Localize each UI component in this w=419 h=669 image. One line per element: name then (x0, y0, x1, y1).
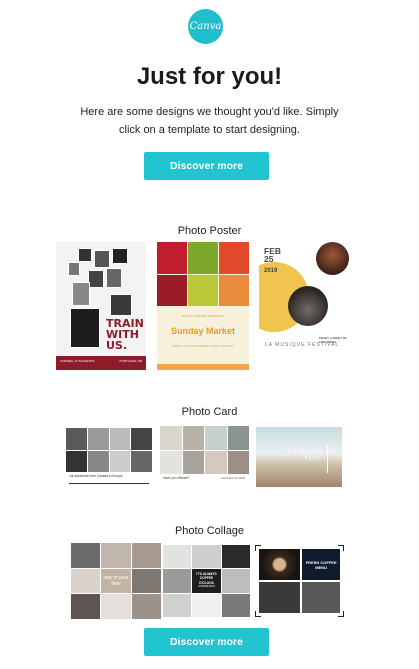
poster-footer-right: PORTLAND, OR (119, 359, 142, 363)
section-title-photo-card: Photo Card (181, 406, 238, 418)
template-poster-train[interactable]: TRAIN WITH US. CORNELL GYM EVENTS PORTLA… (56, 242, 146, 370)
card-date: AUGUST 14 2018 (220, 476, 245, 480)
concert-photo-circle (316, 242, 349, 275)
template-poster-music-festival[interactable]: FEB 25 2019 LA MUSIQUE FESTIVAL ENJOY A … (259, 242, 349, 370)
template-card-adventure[interactable]: our adventure from Canada to Europe (66, 428, 152, 488)
poster-date: FEB 25 (264, 246, 281, 264)
poster-headline: TRAIN WITH US. (106, 317, 144, 352)
poster-tagline: SOCIAL FARMING PRESENTS (181, 314, 225, 318)
template-collage-coffee-oclock[interactable]: IT'S ALWAYS COFFEE O'CLOCK COFFEE BAR (163, 545, 250, 617)
template-card-thinking-of-you[interactable]: THINKING OF YOU (256, 427, 342, 487)
section-title-photo-poster: Photo Poster (177, 225, 242, 237)
poster-event-info: ENJOY A NIGHT OF LIVE MUSIC (319, 336, 348, 344)
fruit-photo-grid (157, 242, 249, 306)
coffee-menu-grid: FRESH COFFEE MENU (259, 549, 340, 613)
template-card-missed[interactable]: Have you Missed? AUGUST 14 2018 (160, 426, 249, 488)
section-title-photo-collage: Photo Collage (174, 525, 245, 537)
coffee-photo-grid: IT'S ALWAYS COFFEE O'CLOCK COFFEE BAR (163, 545, 250, 617)
card-caption: our adventure from Canada to Europe (69, 474, 123, 478)
discover-more-button-bottom[interactable]: Discover more (144, 628, 269, 656)
discover-more-button-top[interactable]: Discover more (144, 152, 269, 180)
page-subtitle: Here are some designs we thought you'd l… (80, 106, 339, 136)
poster-footer-stripe (157, 364, 249, 370)
frame-corner (338, 611, 344, 617)
canva-logo[interactable]: Canva (188, 9, 223, 44)
wedding-photo-grid (160, 426, 249, 474)
collage-script-text: stay in your lane (101, 568, 131, 594)
card-vertical-line (327, 445, 328, 473)
template-collage-coffee-menu[interactable]: FRESH COFFEE MENU (255, 545, 344, 617)
card-caption: Have you Missed? (163, 476, 190, 480)
template-collage-stay-in-lane[interactable]: stay in your lane (71, 543, 161, 619)
frame-corner (338, 545, 344, 551)
poster-footer-left: CORNELL GYM EVENTS (60, 359, 95, 363)
page-title: Just for you! (136, 63, 283, 90)
frame-corner (255, 545, 261, 551)
travel-photo-grid (66, 428, 152, 472)
poster-year: 2019 (264, 268, 278, 274)
collage-menu-title: FRESH COFFEE MENU (302, 549, 340, 580)
guitar-photo-circle (288, 286, 328, 326)
lifestyle-photo-grid: stay in your lane (71, 543, 161, 619)
poster-footer-bar: CORNELL GYM EVENTS PORTLAND, OR (56, 356, 146, 370)
collage-quote: IT'S ALWAYS COFFEE O'CLOCK COFFEE BAR (192, 568, 221, 594)
card-headline: THINKING OF YOU (287, 449, 337, 462)
poster-market-info: CHECK OUT OUR MARKET EVERY SUNDAY (171, 344, 235, 348)
frame-corner (255, 611, 261, 617)
poster-market-title: Sunday Market (170, 326, 236, 336)
card-divider (69, 483, 149, 484)
template-poster-sunday-market[interactable]: SOCIAL FARMING PRESENTS Sunday Market CH… (157, 242, 249, 370)
